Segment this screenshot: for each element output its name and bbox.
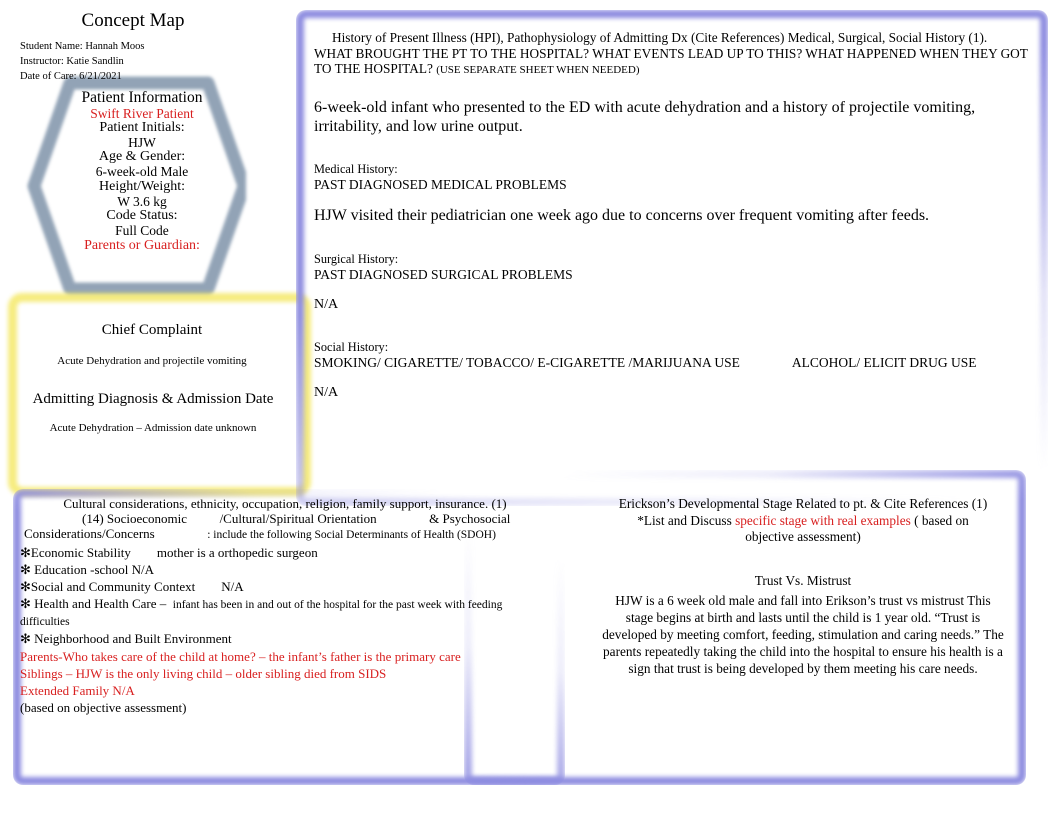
erickson-block: Erickson’s Developmental Stage Related t…: [600, 496, 1006, 677]
cultural-red-line-2: Extended Family N/A: [20, 682, 135, 698]
social-history-label: Social History:: [314, 339, 389, 354]
cultural-line-2b: /Cultural/Spiritual Orientation: [219, 511, 377, 527]
social-history-body: N/A: [314, 384, 339, 400]
cultural-line-1: Cultural considerations, ethnicity, occu…: [63, 496, 507, 511]
admitting-diagnosis-heading: Admitting Diagnosis & Admission Date: [32, 391, 274, 407]
sdoh-value-0: mother is a orthopedic surgeon: [156, 544, 318, 560]
sdoh-value-2: N/A: [221, 579, 244, 595]
cultural-line-3: Considerations/Concerns : include the fo…: [20, 526, 550, 542]
surgical-history-label: Surgical History:: [314, 252, 399, 267]
height-weight-label: Height/Weight:: [99, 178, 185, 194]
page-title: Concept Map: [81, 10, 185, 31]
erickson-body-text: HJW is a 6 week old male and fall into E…: [602, 592, 1004, 676]
sdoh-label-2: Social and Community Context: [30, 579, 196, 595]
surgical-history-body: N/A: [314, 297, 339, 313]
height-weight-value: W 3.6 kg: [117, 193, 167, 209]
age-gender-label: Age & Gender:: [98, 149, 186, 165]
chief-complaint-body: Acute Dehydration and projectile vomitin…: [57, 355, 247, 367]
hpi-prompt: History of Present Illness (HPI), Pathop…: [314, 30, 1038, 77]
asterisk-bullet-icon: ✻: [20, 596, 31, 612]
admitting-diagnosis-body: Acute Dehydration – Admission date unkno…: [49, 422, 257, 434]
document-meta: Student Name: Hannah Moos Instructor: Ka…: [20, 40, 145, 85]
cultural-line-2: (14) Socioeconomic /Cultural/Spiritual O…: [20, 511, 550, 526]
asterisk-bullet-icon: ✻: [20, 562, 31, 578]
erickson-body: Trust Vs. Mistrust HJW is a 6 week old m…: [600, 572, 1006, 677]
asterisk-bullet-icon: ✻: [20, 631, 31, 647]
medical-history-label: Medical History:: [314, 162, 398, 177]
erickson-head-line2b: ( based on: [914, 512, 969, 528]
erickson-head-line2a: *List and Discuss: [637, 512, 732, 528]
hpi-prompt-line1: History of Present Illness (HPI), Pathop…: [332, 30, 988, 45]
age-gender-value: 6-week-old Male: [95, 164, 189, 180]
code-status-value: Full Code: [115, 223, 169, 239]
sdoh-item-economic-stability: ✻Economic Stability mother is a orthopedi…: [20, 545, 550, 560]
chief-complaint-heading: Chief Complaint: [101, 322, 203, 338]
sdoh-item-social-community: ✻Social and Community Context N/A: [20, 579, 550, 594]
patient-initials-value: HJW: [128, 134, 156, 150]
medical-history-body: HJW visited their pediatrician one week …: [314, 207, 930, 225]
surgical-history-block: Surgical History: PAST DIAGNOSED SURGICA…: [314, 252, 1038, 314]
medical-history-block: Medical History: PAST DIAGNOSED MEDICAL …: [314, 162, 1038, 226]
sdoh-item-education: ✻ Education -school N/A: [20, 562, 550, 577]
patient-initials-label: Patient Initials:: [99, 120, 185, 136]
sdoh-label-0: Economic Stability: [30, 544, 131, 560]
cultural-considerations-block: Cultural considerations, ethnicity, occu…: [20, 496, 550, 715]
patient-information-heading: Patient Information: [81, 89, 203, 106]
cultural-red-line-1: Siblings – HJW is the only living child …: [20, 665, 387, 681]
erickson-head-line2-red: specific stage with real examples: [735, 512, 911, 528]
erickson-stage: Trust Vs. Mistrust: [754, 572, 852, 588]
hpi-prompt-note: (USE SEPARATE SHEET WHEN NEEDED): [436, 64, 640, 77]
medical-history-prompt: PAST DIAGNOSED MEDICAL PROBLEMS: [314, 177, 567, 193]
social-history-prompt-a: SMOKING/ CIGARETTE/ TOBACCO/ E-CIGARETTE…: [314, 354, 740, 370]
erickson-head-line1: Erickson’s Developmental Stage Related t…: [618, 496, 988, 511]
hpi-body: 6-week-old infant who presented to the E…: [314, 99, 976, 135]
asterisk-bullet-icon: ✻: [20, 544, 31, 560]
surgical-history-prompt: PAST DIAGNOSED SURGICAL PROBLEMS: [314, 267, 573, 283]
chief-complaint-block: Chief Complaint Acute Dehydration and pr…: [16, 322, 288, 367]
sdoh-label-1: Education -school N/A: [34, 562, 155, 578]
cultural-line-3b: : include the following Social Determina…: [207, 529, 496, 542]
patient-information-block: Patient Information Swift River Patient …: [18, 89, 266, 254]
cultural-red-line-0: Parents-Who takes care of the child at h…: [20, 648, 461, 664]
date-of-care: Date of Care: 6/21/2021: [20, 70, 122, 82]
instructor-name: Instructor: Katie Sandlin: [20, 55, 124, 67]
asterisk-bullet-icon: ✻: [20, 579, 31, 595]
hpi-prompt-line3-wrap: TO THE HOSPITAL? (USE SEPARATE SHEET WHE…: [314, 61, 1038, 77]
student-name: Student Name: Hannah Moos: [20, 41, 145, 52]
hpi-prompt-line2: WHAT BROUGHT THE PT TO THE HOSPITAL? WHA…: [314, 45, 1028, 61]
patient-source-label: Swift River Patient: [90, 105, 194, 121]
social-history-prompt: SMOKING/ CIGARETTE/ TOBACCO/ E-CIGARETTE…: [314, 355, 1038, 371]
cultural-line-2a: (14) Socioeconomic: [82, 511, 188, 527]
sdoh-item-health-care: ✻ Health and Health Care – infant has be…: [20, 596, 550, 629]
sdoh-item-neighborhood: ✻ Neighborhood and Built Environment: [20, 631, 550, 646]
cultural-footer: (based on objective assessment): [20, 700, 187, 716]
cultural-line-2c: & Psychosocial: [429, 511, 511, 527]
code-status-label: Code Status:: [106, 208, 178, 224]
social-history-prompt-b: ALCOHOL/ ELICIT DRUG USE: [791, 354, 977, 370]
hpi-prompt-line3: TO THE HOSPITAL?: [314, 61, 433, 77]
erickson-head-line2: *List and Discuss specific stage with re…: [600, 513, 1006, 530]
erickson-heading: Erickson’s Developmental Stage Related t…: [600, 496, 1006, 546]
guardian-label: Parents or Guardian:: [84, 237, 200, 253]
hpi-block: History of Present Illness (HPI), Pathop…: [314, 30, 1038, 401]
cultural-line-3a: Considerations/Concerns: [24, 526, 155, 542]
social-history-block: Social History: SMOKING/ CIGARETTE/ TOBA…: [314, 340, 1038, 402]
sdoh-label-4: Neighborhood and Built Environment: [34, 631, 232, 647]
sdoh-label-3: Health and Health Care –: [34, 596, 167, 612]
erickson-head-line3: objective assessment): [745, 529, 861, 545]
admitting-diagnosis-block: Admitting Diagnosis & Admission Date Acu…: [14, 391, 292, 434]
